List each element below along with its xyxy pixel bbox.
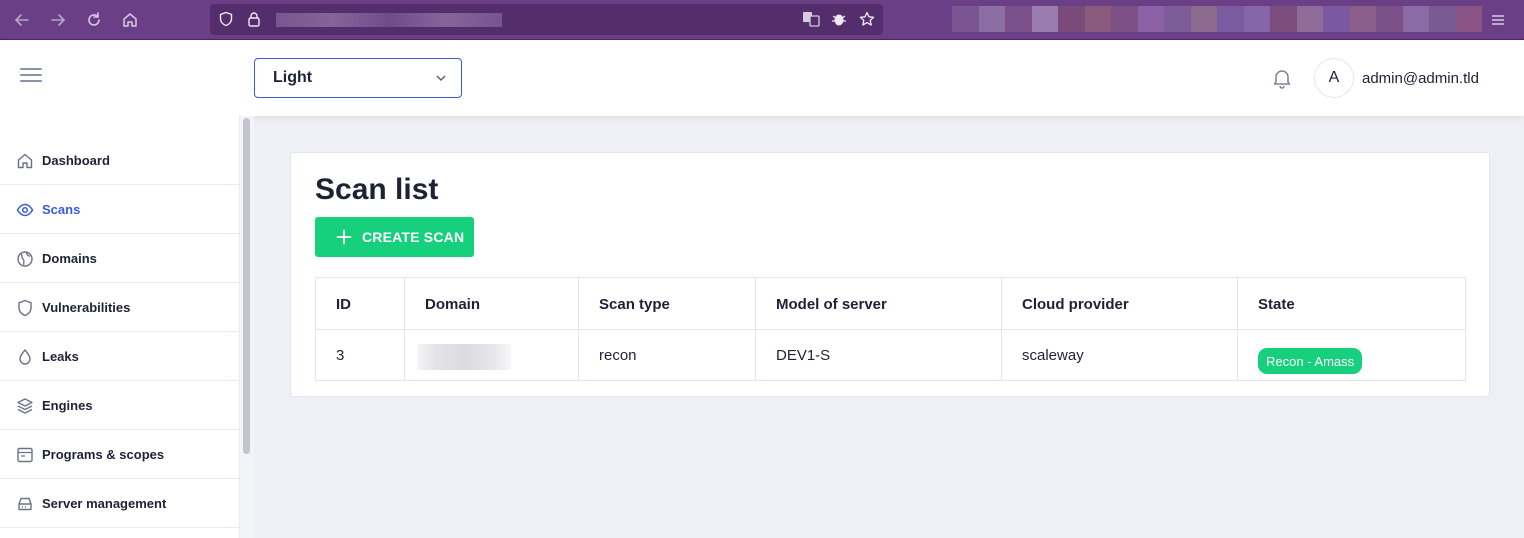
scan-table: ID Domain Scan type Model of server Clou…: [315, 277, 1466, 381]
theme-select-value: Light: [273, 69, 313, 86]
sidebar-item-programs-scopes[interactable]: Programs & scopes: [0, 430, 239, 479]
table-row[interactable]: 3 recon DEV1-S scaleway Recon - Amass: [316, 330, 1465, 380]
sidebar-item-label: Vulnerabilities: [42, 300, 131, 315]
url-bar[interactable]: [210, 4, 883, 35]
create-scan-button[interactable]: CREATE SCAN: [315, 217, 474, 257]
extensions-toolbar: [952, 6, 1482, 32]
table-header-row: ID Domain Scan type Model of server Clou…: [316, 278, 1465, 330]
sidebar-item-server-management[interactable]: Server management: [0, 479, 239, 528]
status-badge: Recon - Amass: [1258, 348, 1363, 374]
globe-icon: [16, 250, 34, 268]
lock-icon: [243, 8, 265, 30]
avatar[interactable]: A: [1314, 58, 1354, 98]
back-icon[interactable]: [10, 8, 34, 32]
avatar-initial: A: [1328, 69, 1340, 86]
column-header-id[interactable]: ID: [316, 278, 405, 330]
sidebar-item-vulnerabilities[interactable]: Vulnerabilities: [0, 283, 239, 332]
sidebar-item-label: Dashboard: [42, 153, 110, 168]
domain-redacted: [417, 344, 511, 370]
cell-state: Recon - Amass: [1238, 330, 1465, 380]
cell-cloud-provider: scaleway: [1002, 330, 1238, 380]
browser-icon: [16, 446, 34, 464]
browser-toolbar: [0, 0, 1524, 40]
column-header-domain[interactable]: Domain: [405, 278, 579, 330]
user-email[interactable]: admin@admin.tld: [1362, 70, 1479, 87]
sidebar-item-label: Server management: [42, 496, 167, 511]
translate-icon[interactable]: [800, 8, 822, 30]
sidebar-item-scans[interactable]: Scans: [0, 185, 239, 234]
star-icon[interactable]: [856, 8, 878, 30]
sidebar-item-engines[interactable]: Engines: [0, 381, 239, 430]
sidebar-scrollbar-thumb[interactable]: [243, 118, 250, 454]
sidebar-item-label: Engines: [42, 398, 93, 413]
column-header-scan-type[interactable]: Scan type: [579, 278, 756, 330]
menu-icon[interactable]: [1486, 8, 1510, 32]
column-header-cloud-provider[interactable]: Cloud provider: [1002, 278, 1238, 330]
eye-icon: [16, 201, 34, 219]
droplet-icon: [16, 348, 34, 366]
cell-scan-type: recon: [579, 330, 756, 380]
sidebar: Dashboard Scans Domains Vulnerabilities …: [0, 116, 254, 538]
column-header-state[interactable]: State: [1238, 278, 1465, 330]
forward-icon[interactable]: [46, 8, 70, 32]
sidebar-item-dashboard[interactable]: Dashboard: [0, 136, 239, 185]
column-header-model[interactable]: Model of server: [756, 278, 1002, 330]
layers-icon: [16, 397, 34, 415]
sidebar-item-leaks[interactable]: Leaks: [0, 332, 239, 381]
hamburger-icon[interactable]: [20, 68, 44, 88]
shield-icon: [16, 299, 34, 317]
sidebar-item-label: Leaks: [42, 349, 79, 364]
page-title: Scan list: [315, 173, 439, 206]
sidebar-item-label: Scans: [42, 202, 81, 217]
server-icon: [16, 495, 34, 513]
sidebar-item-domains[interactable]: Domains: [0, 234, 239, 283]
url-text: [276, 13, 502, 27]
cell-model: DEV1-S: [756, 330, 1002, 380]
bell-icon[interactable]: [1270, 66, 1294, 90]
sidebar-item-label: Programs & scopes: [42, 447, 165, 462]
create-scan-label: CREATE SCAN: [362, 229, 465, 245]
reload-icon[interactable]: [82, 8, 106, 32]
home-icon[interactable]: [118, 8, 142, 32]
plus-icon: [336, 229, 352, 245]
chevron-down-icon: [435, 71, 447, 89]
bug-icon[interactable]: [828, 8, 850, 30]
scan-list-card: Scan list CREATE SCAN ID Domain Scan typ…: [290, 152, 1490, 397]
shield-icon[interactable]: [215, 8, 237, 30]
cell-id: 3: [316, 330, 405, 380]
sidebar-item-label: Domains: [42, 251, 97, 266]
home-icon: [16, 152, 34, 170]
app-header: Light A admin@admin.tld: [0, 40, 1524, 116]
theme-select[interactable]: Light: [254, 58, 462, 98]
cell-domain[interactable]: [405, 330, 579, 380]
